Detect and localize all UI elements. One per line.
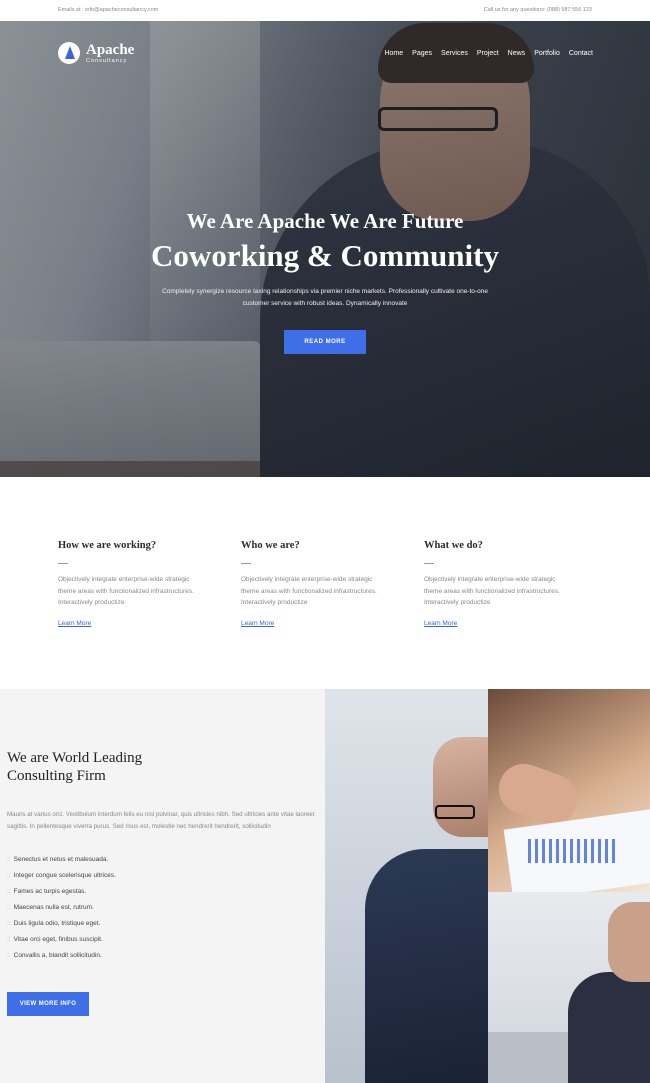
- consultant-photo: [325, 689, 488, 1083]
- nav-services[interactable]: Services: [441, 50, 468, 57]
- photo-head: [433, 737, 488, 837]
- photo-bar-chart: [528, 839, 618, 863]
- nav-pages[interactable]: Pages: [412, 50, 432, 57]
- feature-title: How we are working?: [58, 540, 157, 551]
- hero-description: Completely synergize resource taxing rel…: [162, 288, 488, 307]
- logo-icon: [58, 42, 80, 64]
- hero-section: Apache Consultancy Home Pages Services P…: [0, 21, 650, 477]
- contact-phone[interactable]: Call us for any questions: (088) 987 556…: [484, 7, 592, 13]
- chart-review-photo: [488, 689, 650, 892]
- list-item: Convallis a, blandit sollicitudin.: [7, 948, 317, 964]
- consulting-title-line1: We are World Leading: [7, 750, 143, 766]
- feature-learn-more-link[interactable]: Learn More: [58, 620, 91, 627]
- photo-glasses: [435, 805, 475, 819]
- feature-divider: [58, 563, 68, 564]
- consulting-intro: Mauris at varius orci. Vestibulum interd…: [7, 811, 315, 830]
- feature-text: Objectively integrate enterprise-wide st…: [58, 576, 194, 606]
- features-section: How we are working? Objectively integrat…: [0, 477, 650, 689]
- feature-learn-more-link[interactable]: Learn More: [424, 620, 457, 627]
- main-nav: Home Pages Services Project News Portfol…: [384, 50, 593, 57]
- consulting-title: We are World Leading Consulting Firm: [7, 749, 317, 785]
- contact-email[interactable]: Emails at : info@apacheconsultancy.com: [58, 7, 158, 13]
- consulting-title-line2: Consulting Firm: [7, 768, 106, 784]
- thinking-man-photo: [488, 892, 650, 1083]
- photo-head: [608, 902, 650, 982]
- feature-item: How we are working? Objectively integrat…: [58, 540, 208, 630]
- list-item: Vitae orci eget, finibus suscipit.: [7, 932, 317, 948]
- feature-learn-more-link[interactable]: Learn More: [241, 620, 274, 627]
- feature-text: Objectively integrate enterprise-wide st…: [424, 576, 560, 606]
- nav-home[interactable]: Home: [384, 50, 403, 57]
- list-item: Senectus et netus et malesuada.: [7, 852, 317, 868]
- nav-contact[interactable]: Contact: [569, 50, 593, 57]
- photo-suit: [365, 849, 488, 1083]
- logo-title: Apache: [86, 41, 135, 58]
- hero-content: We Are Apache We Are Future Coworking & …: [0, 209, 650, 354]
- hero-subtitle: Coworking & Community: [151, 238, 499, 273]
- nav-project[interactable]: Project: [477, 50, 499, 57]
- consulting-list: Senectus et netus et malesuada. Integer …: [7, 852, 317, 964]
- hero-title: We Are Apache We Are Future: [186, 209, 464, 233]
- logo-tagline: Consultancy: [86, 57, 128, 64]
- feature-divider: [424, 563, 434, 564]
- list-item: Duis ligula odio, tristique eget.: [7, 916, 317, 932]
- photo-suit: [568, 972, 650, 1083]
- nav-news[interactable]: News: [508, 50, 526, 57]
- nav-portfolio[interactable]: Portfolio: [534, 50, 560, 57]
- feature-item: Who we are? Objectively integrate enterp…: [241, 540, 391, 630]
- read-more-button[interactable]: READ MORE: [284, 330, 366, 354]
- photo-laptop: [488, 1032, 578, 1083]
- view-more-info-button[interactable]: VIEW MORE INFO: [7, 992, 89, 1016]
- list-item: Integer congue scelerisque ultrices.: [7, 868, 317, 884]
- list-item: Fames ac turpis egestas.: [7, 884, 317, 900]
- list-item: Maecenas nulla est, rutrum.: [7, 900, 317, 916]
- site-logo[interactable]: Apache Consultancy: [58, 42, 134, 64]
- feature-text: Objectively integrate enterprise-wide st…: [241, 576, 377, 606]
- logo-text: Apache Consultancy: [86, 41, 135, 64]
- feature-title: Who we are?: [241, 540, 300, 551]
- consulting-content: We are World Leading Consulting Firm Mau…: [7, 749, 317, 964]
- top-info-bar: Emails at : info@apacheconsultancy.com C…: [0, 0, 650, 21]
- consulting-section: We are World Leading Consulting Firm Mau…: [0, 689, 650, 1083]
- feature-item: What we do? Objectively integrate enterp…: [424, 540, 574, 630]
- feature-title: What we do?: [424, 540, 483, 551]
- feature-divider: [241, 563, 251, 564]
